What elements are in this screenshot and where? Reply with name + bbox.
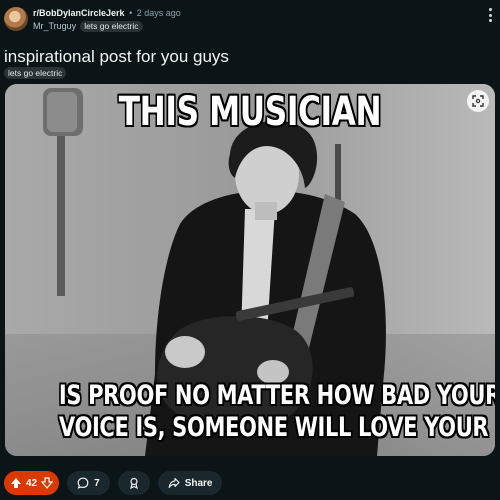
meme-bottom-text: IS PROOF NO MATTER HOW BAD YOUR VOICE IS… <box>58 380 495 444</box>
share-icon <box>168 477 180 489</box>
post-image[interactable]: THIS MUSICIAN IS PROOF NO MATTER HOW BAD… <box>5 84 495 456</box>
author-line: Mr_Truguy lets go electric <box>33 21 143 32</box>
meme-bottom-line-1: IS PROOF NO MATTER HOW BAD YOUR <box>58 380 495 411</box>
post-header: r/BobDylanCircleJerk • 2 days ago Mr_Tru… <box>4 5 496 35</box>
author-flair: lets go electric <box>80 21 143 32</box>
share-label: Share <box>184 477 213 489</box>
vote-control: 42 <box>4 471 60 495</box>
vote-count: 42 <box>26 477 38 489</box>
post-title[interactable]: inspirational post for you guys <box>4 47 229 67</box>
meme-bottom-line-2: VOICE IS, SOMEONE WILL LOVE YOUR MUSIC <box>58 412 495 443</box>
comment-count: 7 <box>94 477 100 489</box>
overflow-menu-icon[interactable] <box>486 8 494 22</box>
post-meta: r/BobDylanCircleJerk • 2 days ago <box>33 8 181 19</box>
author-link[interactable]: Mr_Truguy <box>33 21 76 32</box>
upvote-icon[interactable] <box>10 477 22 489</box>
award-button[interactable] <box>117 471 150 495</box>
post-timestamp: 2 days ago <box>136 8 181 18</box>
subreddit-link[interactable]: r/BobDylanCircleJerk <box>33 8 125 18</box>
share-button[interactable]: Share <box>157 471 223 495</box>
action-bar: 42 7 Share <box>4 471 223 495</box>
post-flair[interactable]: lets go electric <box>4 67 67 79</box>
meta-separator: • <box>129 8 133 18</box>
subreddit-avatar[interactable] <box>4 7 28 31</box>
expand-icon[interactable] <box>467 90 489 112</box>
meme-top-text: THIS MUSICIAN <box>118 89 382 135</box>
downvote-icon[interactable] <box>41 477 54 489</box>
award-icon <box>128 477 140 489</box>
comment-icon <box>77 477 89 489</box>
comments-button[interactable]: 7 <box>67 471 110 495</box>
